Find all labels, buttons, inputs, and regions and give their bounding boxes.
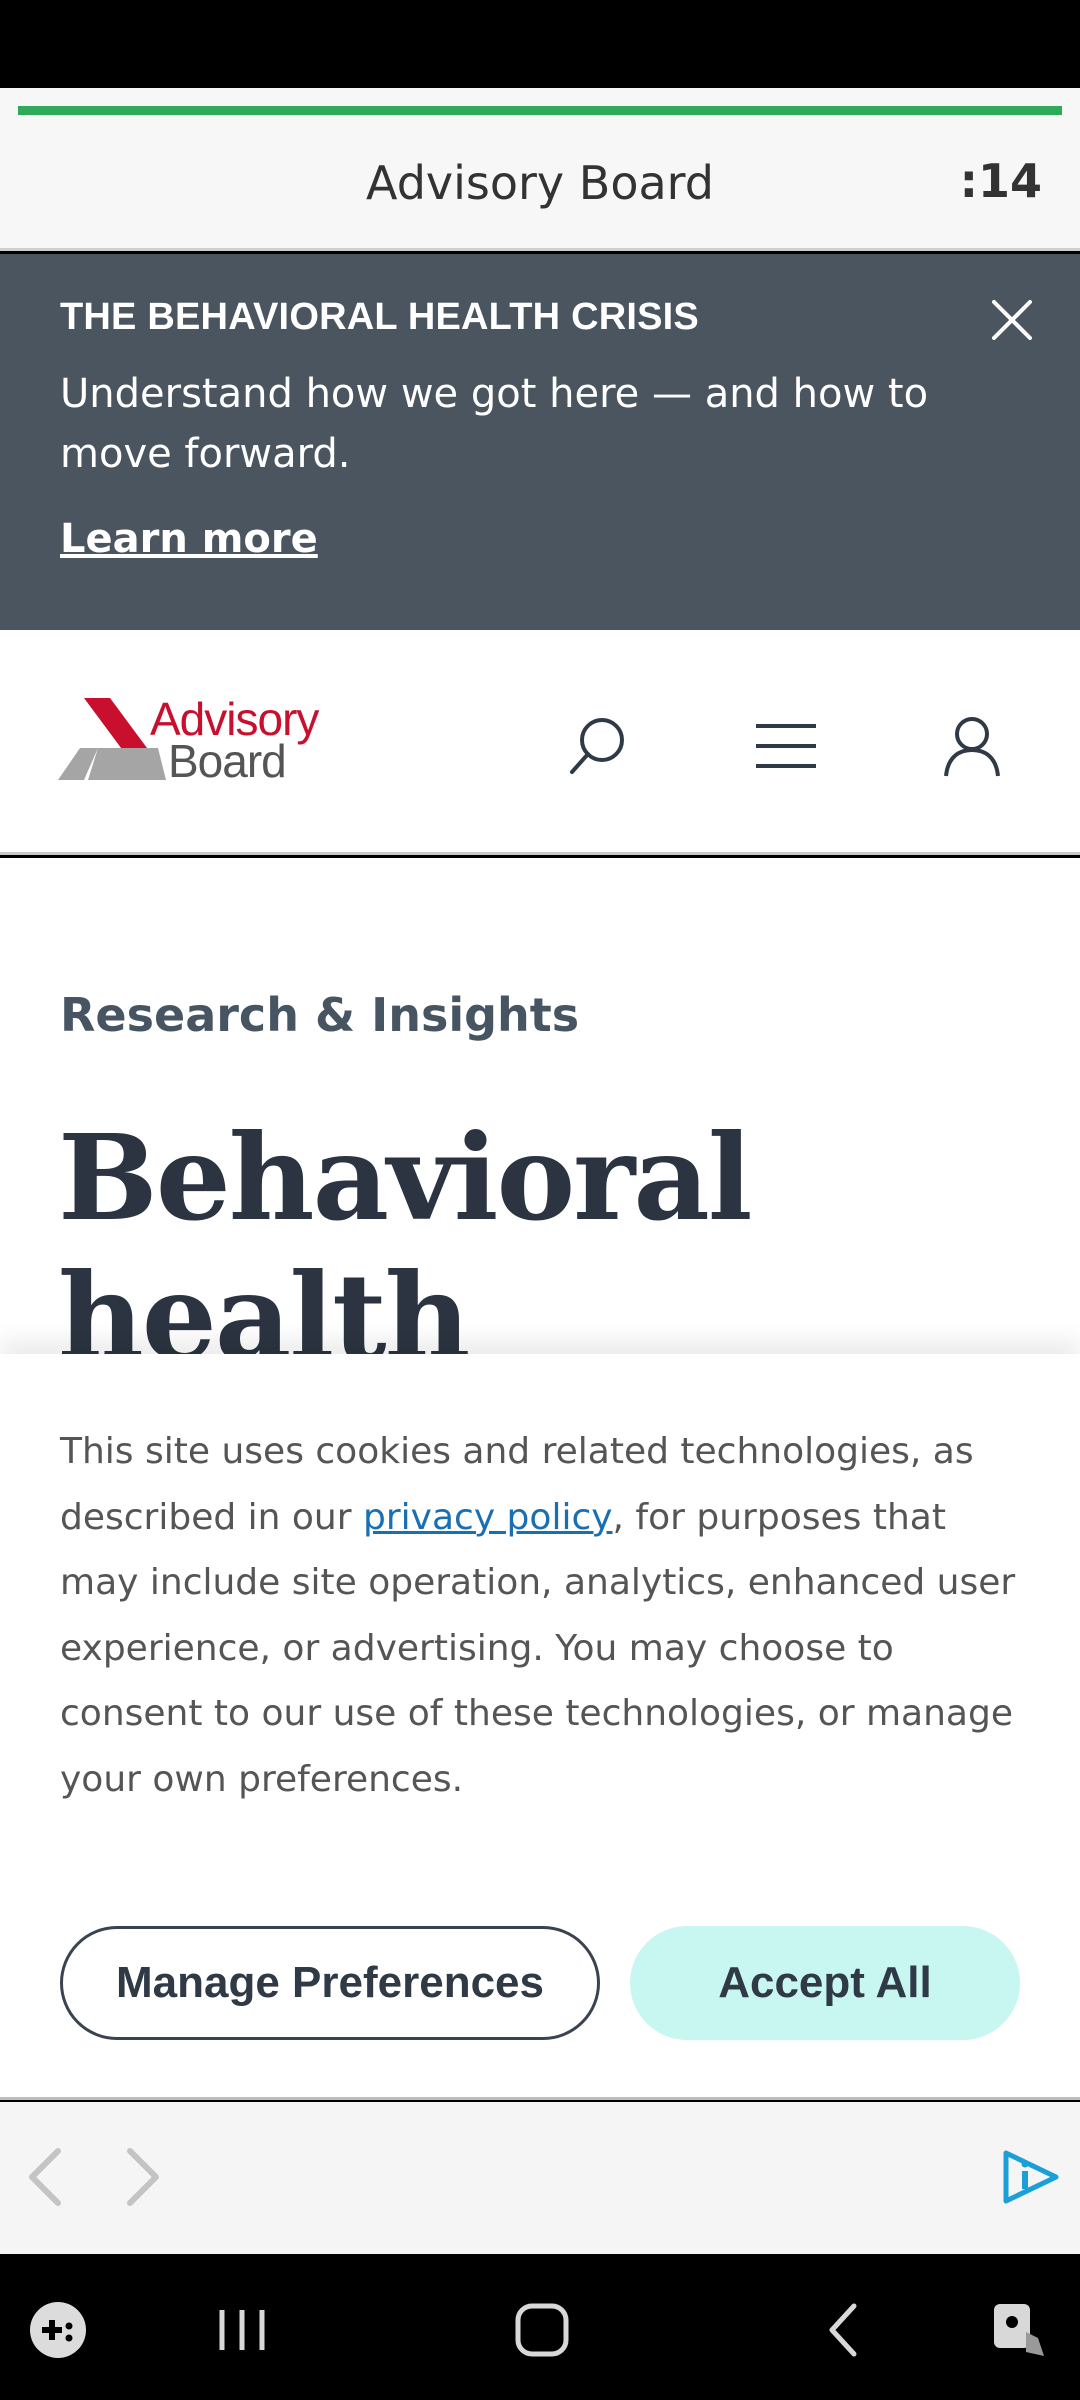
section-eyebrow[interactable]: Research & Insights: [60, 988, 579, 1042]
status-bar: [0, 0, 1080, 88]
advisory-board-logo[interactable]: Advisory Board: [58, 693, 358, 788]
promo-body: Understand how we got here — and how to …: [60, 371, 929, 477]
cookie-text: This site uses cookies and related techn…: [60, 1419, 1020, 1812]
cookie-banner: This site uses cookies and related techn…: [0, 1354, 1080, 2100]
search-icon[interactable]: [566, 714, 630, 778]
accessibility-icon[interactable]: [986, 2298, 1050, 2362]
close-icon[interactable]: [984, 292, 1040, 348]
page-title: Behavioral health: [58, 1108, 753, 1386]
recents-icon[interactable]: [210, 2298, 274, 2362]
app-title: Advisory Board: [366, 156, 714, 210]
site-nav: Advisory Board: [0, 630, 1080, 855]
forward-arrow-icon[interactable]: [110, 2147, 170, 2207]
system-navigation-bar: [0, 2254, 1080, 2400]
cookie-text-end: , for purposes that may include site ope…: [60, 1496, 1016, 1800]
progress-fill: [18, 106, 1062, 115]
promo-heading: THE BEHAVIORAL HEALTH CRISIS: [60, 296, 699, 338]
game-launcher-icon[interactable]: [26, 2298, 90, 2362]
logo-text-board: Board: [168, 735, 287, 787]
info-play-icon[interactable]: [1000, 2147, 1060, 2207]
main-content: Research & Insights Behavioral health: [0, 858, 1080, 1386]
privacy-policy-link[interactable]: privacy policy: [363, 1497, 613, 1538]
home-icon[interactable]: [510, 2298, 574, 2362]
manage-preferences-button[interactable]: Manage Preferences: [60, 1926, 600, 2040]
accept-all-button[interactable]: Accept All: [630, 1926, 1020, 2040]
back-icon[interactable]: [812, 2298, 876, 2362]
user-icon[interactable]: [940, 714, 1004, 778]
browser-toolbar: [0, 2102, 1080, 2254]
timer: :14: [959, 154, 1042, 208]
promo-banner: THE BEHAVIORAL HEALTH CRISIS Understand …: [0, 254, 1080, 630]
app-header: Advisory Board :14: [0, 88, 1080, 251]
progress-bar: [18, 106, 1062, 115]
learn-more-link[interactable]: Learn more: [60, 516, 318, 562]
back-arrow-icon[interactable]: [18, 2147, 78, 2207]
menu-icon[interactable]: [754, 714, 818, 778]
